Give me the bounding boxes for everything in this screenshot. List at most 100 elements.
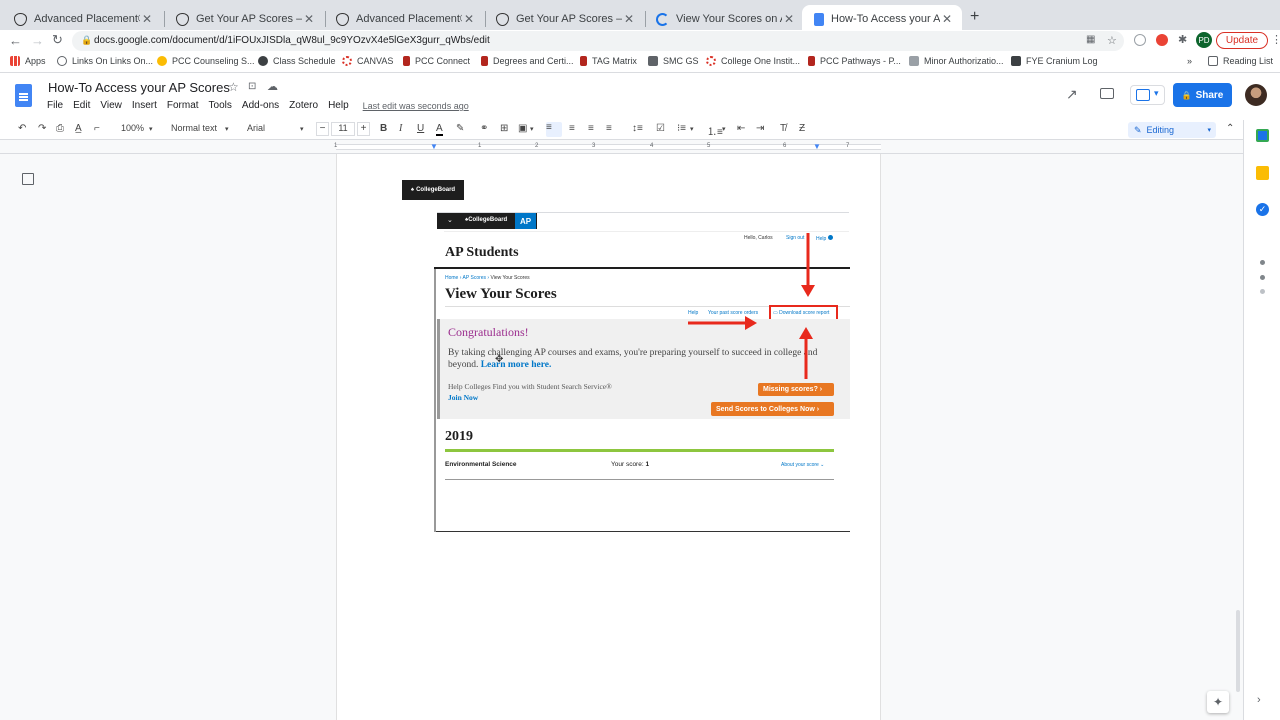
user-avatar[interactable]	[1245, 84, 1267, 106]
collapse-toolbar-icon[interactable]: ⌃	[1226, 123, 1234, 134]
browser-tab[interactable]: Get Your AP Scores – AP Stude ✕	[164, 5, 324, 33]
addon-dot-icon[interactable]	[1260, 260, 1265, 265]
clear-formatting-icon[interactable]: T̸	[780, 123, 786, 134]
activity-trend-icon[interactable]: ↗	[1066, 86, 1078, 103]
expand-panel-icon[interactable]: ›	[1257, 694, 1261, 706]
text-color-icon[interactable]: A	[436, 123, 443, 136]
bulleted-list-icon[interactable]: ⁝≡	[677, 123, 686, 134]
menu-help[interactable]: Help	[328, 100, 349, 111]
decrease-indent-icon[interactable]: ⇤	[737, 123, 745, 134]
scrollbar-thumb[interactable]	[1236, 610, 1240, 692]
close-tab-icon[interactable]: ✕	[782, 12, 796, 26]
redo-icon[interactable]: ↷	[38, 123, 46, 134]
align-center-icon[interactable]: ≡	[569, 123, 575, 134]
bookmark-item[interactable]: PCC Pathways - P...	[808, 56, 901, 66]
menu-edit[interactable]: Edit	[73, 100, 90, 111]
embedded-screenshot[interactable]: ⌄ ♠CollegeBoard AP Hello, Carlos Sign ou…	[434, 211, 850, 532]
document-title[interactable]: How-To Access your AP Scores	[48, 80, 230, 95]
font-size-input[interactable]: 11	[331, 122, 355, 136]
style-select[interactable]: Normal text	[171, 123, 217, 133]
increase-indent-icon[interactable]: ⇥	[756, 123, 764, 134]
star-icon[interactable]: ☆	[228, 80, 239, 94]
bookmark-item[interactable]: CANVAS	[342, 56, 393, 66]
google-docs-logo-icon[interactable]	[15, 84, 32, 107]
close-tab-icon[interactable]: ✕	[302, 12, 316, 26]
bookmark-item[interactable]: Class Schedule	[258, 56, 336, 66]
close-tab-icon[interactable]: ✕	[622, 12, 636, 26]
extension-record-icon[interactable]	[1156, 34, 1168, 46]
italic-icon[interactable]: I	[399, 123, 402, 134]
underline-icon[interactable]: U	[417, 123, 424, 134]
undo-icon[interactable]: ↶	[18, 123, 26, 134]
back-icon[interactable]: ←	[9, 33, 22, 48]
explore-icon[interactable]: ✦	[1207, 691, 1229, 713]
numbered-list-icon[interactable]: ⒈≡	[707, 123, 723, 138]
bookmark-item[interactable]: Degrees and Certi...	[481, 56, 574, 66]
reading-list[interactable]: Reading List	[1208, 56, 1273, 66]
more-bookmarks-icon[interactable]: »	[1187, 56, 1192, 66]
browser-tab[interactable]: Get Your AP Scores – AP Stude ✕	[484, 5, 644, 33]
close-tab-icon[interactable]: ✕	[940, 12, 954, 26]
bookmark-item[interactable]: TAG Matrix	[580, 56, 637, 66]
keep-icon[interactable]	[1256, 166, 1269, 180]
increase-font-icon[interactable]: +	[357, 122, 370, 136]
comments-icon[interactable]	[1100, 88, 1114, 99]
bookmark-item[interactable]: College One Instit...	[706, 56, 800, 66]
tasks-icon[interactable]: ✓	[1256, 203, 1269, 216]
browser-tab-active[interactable]: How-To Access your AP Score ✕	[802, 5, 962, 33]
justify-icon[interactable]: ≡	[606, 123, 612, 134]
addon-dot-icon[interactable]	[1260, 289, 1265, 294]
highlight-icon[interactable]: ✎	[456, 123, 464, 134]
bookmark-item[interactable]: PCC Counseling S...	[157, 56, 255, 66]
link-icon[interactable]: ⚭	[480, 123, 488, 134]
paint-format-icon[interactable]: ⌐	[94, 123, 100, 134]
forward-icon[interactable]: →	[31, 33, 44, 48]
calendar-icon[interactable]	[1256, 129, 1269, 142]
menu-addons[interactable]: Add-ons	[242, 100, 279, 111]
menu-insert[interactable]: Insert	[132, 100, 157, 111]
move-folder-icon[interactable]: ⊡	[248, 81, 256, 92]
font-select[interactable]: Arial	[247, 123, 265, 133]
browser-tab[interactable]: Advanced Placement® (AP) – T ✕	[324, 5, 484, 33]
new-tab-icon[interactable]: +	[970, 8, 979, 26]
line-spacing-icon[interactable]: ↕≡	[632, 123, 643, 134]
checklist-icon[interactable]: ☑	[656, 123, 665, 134]
bookmark-item[interactable]: Minor Authorizatio...	[909, 56, 1004, 66]
spellcheck-icon[interactable]: A̲	[75, 123, 82, 134]
share-button[interactable]: 🔒 Share	[1173, 83, 1232, 107]
menu-zotero[interactable]: Zotero	[289, 100, 318, 111]
menu-dots-icon[interactable]: ⋮	[1271, 33, 1280, 46]
outline-icon[interactable]	[22, 173, 34, 185]
extensions-puzzle-icon[interactable]: ✱	[1178, 33, 1187, 46]
addon-dot-icon[interactable]	[1260, 275, 1265, 280]
last-edit-link[interactable]: Last edit was seconds ago	[363, 100, 469, 111]
menu-file[interactable]: File	[47, 100, 63, 111]
browser-tab[interactable]: View Your Scores on AP Exam ✕	[644, 5, 804, 33]
address-bar[interactable]: 🔒 docs.google.com/document/d/1iFOUxJISDl…	[72, 31, 1124, 51]
bookmark-item[interactable]: FYE Cranium Log	[1011, 56, 1098, 66]
image-icon[interactable]: ▣	[518, 123, 527, 134]
bookmark-apps[interactable]: Apps	[10, 56, 46, 66]
close-tab-icon[interactable]: ✕	[140, 12, 154, 26]
align-right-icon[interactable]: ≡	[588, 123, 594, 134]
present-button[interactable]: ▾	[1130, 85, 1165, 105]
update-button[interactable]: Update	[1216, 32, 1268, 49]
bookmark-item[interactable]: SMC GS	[648, 56, 699, 66]
strikethrough-format-icon[interactable]: Ƶ	[799, 123, 805, 134]
bookmark-item[interactable]: PCC Connect	[403, 56, 470, 66]
menu-format[interactable]: Format	[167, 100, 199, 111]
zoom-select[interactable]: 100%	[121, 123, 144, 133]
url-text[interactable]: docs.google.com/document/d/1iFOUxJISDla_…	[94, 35, 490, 46]
profile-avatar[interactable]: PD	[1196, 32, 1212, 48]
bookmark-item[interactable]: Links On Links On...	[57, 56, 153, 66]
menu-tools[interactable]: Tools	[209, 100, 232, 111]
lock-icon[interactable]: 🔒	[81, 35, 92, 46]
left-indent-marker-icon[interactable]: ▼	[430, 142, 438, 151]
bookmark-star-icon[interactable]: ☆	[1107, 34, 1117, 47]
print-icon[interactable]: ⎙	[56, 123, 64, 134]
qr-icon[interactable]: ▦	[1086, 34, 1095, 45]
bold-icon[interactable]: B	[380, 123, 387, 134]
menu-view[interactable]: View	[100, 100, 122, 111]
editing-mode-select[interactable]: ✎ Editing ▾	[1128, 122, 1216, 138]
decrease-font-icon[interactable]: −	[316, 122, 329, 136]
